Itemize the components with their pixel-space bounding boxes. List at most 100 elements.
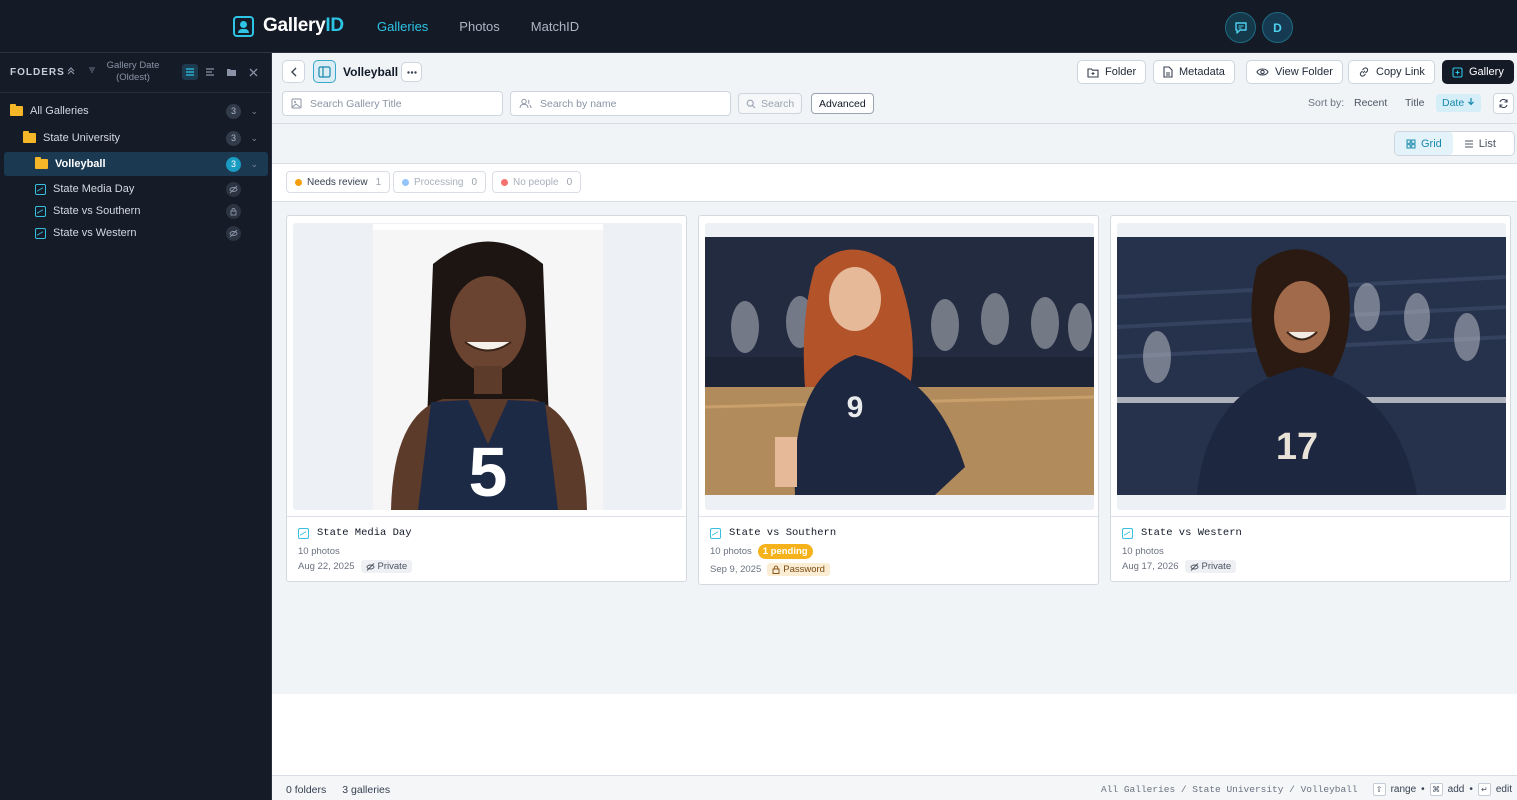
chevron-down-icon[interactable]: ⌄ xyxy=(250,133,258,144)
sort-icon[interactable] xyxy=(88,66,96,77)
metadata-button[interactable]: Metadata xyxy=(1153,60,1235,84)
tree-item-state-vs-western[interactable]: State vs Western xyxy=(4,222,268,244)
new-folder-button[interactable] xyxy=(223,64,239,80)
tree-item-label: State vs Southern xyxy=(53,205,141,217)
gallery-thumbnail[interactable]: 5 xyxy=(293,223,682,510)
folder-icon xyxy=(10,104,23,116)
card-info: State vs Western 10 photos Aug 17, 2026 … xyxy=(1111,516,1510,573)
status-dot xyxy=(501,178,508,186)
button-label: Folder xyxy=(1105,66,1137,78)
image-icon xyxy=(35,205,46,217)
gallery-thumbnail[interactable]: 17 xyxy=(1117,223,1506,510)
grid-icon xyxy=(1406,139,1416,148)
nav-galleries[interactable]: Galleries xyxy=(377,19,428,34)
user-avatar[interactable]: D xyxy=(1262,12,1293,43)
empty-area xyxy=(272,694,1517,775)
chevron-down-icon[interactable]: ⌄ xyxy=(250,159,258,170)
gallery-title-input[interactable] xyxy=(310,97,480,110)
photo-count-text: 10 photos xyxy=(298,546,340,557)
tree-item-label: Volleyball xyxy=(55,158,106,170)
card-title[interactable]: State vs Western xyxy=(1122,527,1242,539)
advanced-search-button[interactable]: Advanced xyxy=(811,93,874,114)
card-title[interactable]: State vs Southern xyxy=(710,527,836,539)
app-logo[interactable]: GalleryID xyxy=(233,15,344,37)
indent-view-button[interactable] xyxy=(202,64,218,80)
tree-item-label: All Galleries xyxy=(30,105,89,117)
list-icon xyxy=(1464,139,1473,148)
eye-off-icon xyxy=(226,181,241,197)
list-view-button[interactable]: List xyxy=(1453,132,1507,155)
status-dot xyxy=(402,178,409,186)
eye-off-icon xyxy=(1190,562,1198,571)
sidebar-header: FOLDERS Gallery Date (Oldest) xyxy=(0,53,272,93)
compact-view-button[interactable] xyxy=(182,64,198,80)
sort-date[interactable]: Date xyxy=(1436,94,1482,112)
ellipsis-icon xyxy=(406,70,417,74)
button-label: Search xyxy=(761,97,795,110)
main-content: Volleyball Folder Metadata View Folder C… xyxy=(272,53,1517,800)
more-options-button[interactable] xyxy=(401,62,422,82)
name-input[interactable] xyxy=(540,97,710,110)
sort-direction: (Oldest) xyxy=(116,72,150,83)
chevron-down-icon[interactable]: ⌄ xyxy=(250,106,258,117)
sort-title[interactable]: Title xyxy=(1405,97,1424,109)
new-gallery-button[interactable]: Gallery xyxy=(1442,60,1514,84)
sidebar-sort-selector[interactable]: Gallery Date (Oldest) xyxy=(100,60,166,84)
photo-count-text: 10 photos xyxy=(1122,546,1164,557)
card-title[interactable]: State Media Day xyxy=(298,527,412,539)
sort-recent[interactable]: Recent xyxy=(1354,97,1387,109)
sort-label: Gallery Date xyxy=(106,60,160,71)
filter-processing[interactable]: Processing 0 xyxy=(393,171,487,193)
access-label: Private xyxy=(1201,561,1232,572)
grid-view-button[interactable]: Grid xyxy=(1395,132,1453,155)
back-button[interactable] xyxy=(282,60,305,83)
users-icon xyxy=(519,98,532,109)
tree-item-state-vs-southern[interactable]: State vs Southern xyxy=(4,200,268,222)
action-photo: 9 xyxy=(705,237,1094,495)
search-button[interactable]: Search xyxy=(738,93,803,114)
gallery-date: Aug 22, 2025 xyxy=(298,561,355,572)
refresh-button[interactable] xyxy=(1493,93,1514,114)
view-folder-button[interactable]: View Folder xyxy=(1246,60,1343,84)
card-meta-row: Aug 17, 2026 Private xyxy=(1122,560,1237,573)
copy-link-button[interactable]: Copy Link xyxy=(1348,60,1435,84)
nav-matchid[interactable]: MatchID xyxy=(531,19,579,34)
name-search[interactable] xyxy=(510,91,731,116)
gallery-count-badge: 3 xyxy=(226,130,241,146)
filter-needs-review[interactable]: Needs review 1 xyxy=(286,171,391,193)
plus-square-icon xyxy=(1452,66,1463,78)
tree-item-label: State vs Western xyxy=(53,227,137,239)
gallery-count-badge: 3 xyxy=(226,156,241,172)
eye-off-icon xyxy=(226,225,241,241)
card-info: State vs Southern 10 photos 1 pending Se… xyxy=(699,516,1098,576)
gallery-date: Aug 17, 2026 xyxy=(1122,561,1179,572)
card-meta-row: Sep 9, 2025 Password xyxy=(710,563,830,576)
link-icon xyxy=(1359,67,1369,77)
sidebar-title: FOLDERS xyxy=(10,67,65,78)
tree-item-state-media-day[interactable]: State Media Day xyxy=(4,178,268,200)
view-options-row: Grid List xyxy=(272,124,1517,164)
tree-item-state-university[interactable]: State University 3 ⌄ xyxy=(4,127,268,149)
folder-icon xyxy=(23,131,36,143)
gallery-card[interactable]: 9 State vs Southern 10 photos 1 pending … xyxy=(698,215,1099,585)
tree-item-all-galleries[interactable]: All Galleries 3 ⌄ xyxy=(4,100,268,122)
gallery-card[interactable]: 5 State Media Day 10 photos Aug 22, 2025… xyxy=(286,215,687,582)
filter-count: 1 xyxy=(375,176,382,188)
close-sidebar-button[interactable] xyxy=(245,64,261,80)
filter-no-people[interactable]: No people 0 xyxy=(492,171,582,193)
new-folder-toolbar-button[interactable]: Folder xyxy=(1077,60,1147,84)
gallery-card[interactable]: 17 State vs Western 10 photos Aug 17, 20… xyxy=(1110,215,1511,582)
cmd-key-hint: ⌘ xyxy=(1429,783,1443,796)
gallery-grid: 5 State Media Day 10 photos Aug 22, 2025… xyxy=(272,202,1517,694)
chat-button[interactable] xyxy=(1225,12,1256,43)
gallery-count-badge: 3 xyxy=(226,103,241,119)
gallery-title-search[interactable] xyxy=(282,91,503,116)
tree-item-volleyball[interactable]: Volleyball 3 ⌄ xyxy=(4,152,268,176)
nav-photos[interactable]: Photos xyxy=(459,19,499,34)
close-icon xyxy=(249,68,257,76)
gallery-thumbnail[interactable]: 9 xyxy=(705,223,1094,510)
collapse-all-icon[interactable] xyxy=(66,66,76,79)
toggle-sidebar-button[interactable] xyxy=(313,60,336,83)
filter-count: 0 xyxy=(471,176,478,188)
action-photo: 17 xyxy=(1117,237,1506,495)
